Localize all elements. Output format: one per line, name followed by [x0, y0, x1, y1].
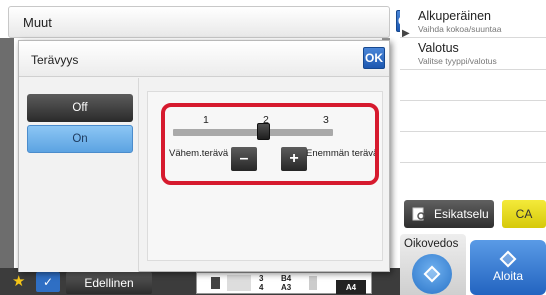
- start-diamond-icon: [499, 250, 517, 267]
- star-icon[interactable]: ★: [12, 272, 25, 290]
- tray-number: 4: [259, 283, 264, 292]
- top-bar: Muut: [8, 6, 390, 38]
- proof-copy-panel: Oikovedos: [400, 234, 466, 295]
- side-item-exposure[interactable]: Valotus Valitse tyyppi/valotus: [400, 38, 546, 70]
- side-item-empty[interactable]: [400, 132, 546, 163]
- side-item-subtitle: Vaihda kokoa/suuntaa: [418, 24, 502, 34]
- checkmark-button[interactable]: ✓: [36, 272, 60, 292]
- tray-number: 3: [259, 274, 264, 283]
- checkmark-icon: ✓: [42, 275, 54, 289]
- tray-icon: [211, 277, 220, 289]
- tray-size: A3: [281, 283, 292, 292]
- start-label: Aloita: [492, 268, 524, 283]
- preview-button[interactable]: Esikatselu: [404, 200, 494, 228]
- top-bar-title: Muut: [23, 15, 52, 30]
- side-item-title: Valotus: [418, 41, 459, 55]
- sharpness-dialog: Terävyys OK Off On 1 2 3 Vähem.terävä – …: [18, 40, 390, 272]
- side-item-subtitle: Valitse tyyppi/valotus: [418, 56, 497, 66]
- paper-size-label: A4: [336, 280, 366, 294]
- side-item-empty[interactable]: [400, 101, 546, 132]
- on-button[interactable]: On: [27, 125, 133, 153]
- start-button[interactable]: Aloita: [470, 240, 546, 295]
- dialog-title: Terävyys: [31, 53, 79, 67]
- off-button[interactable]: Off: [27, 94, 133, 122]
- tray-size: B4: [281, 274, 292, 283]
- preview-label: Esikatselu: [434, 207, 489, 221]
- proof-diamond-icon: [423, 265, 441, 283]
- tray-slot: [309, 276, 317, 290]
- preview-icon: [412, 207, 425, 221]
- previous-button[interactable]: Edellinen: [66, 272, 152, 294]
- background-left-edge: [0, 38, 14, 268]
- focus-highlight-frame: [161, 103, 379, 185]
- dialog-ok-button[interactable]: OK: [363, 47, 385, 69]
- proof-copy-button[interactable]: [412, 254, 452, 294]
- proof-copy-label: Oikovedos: [404, 238, 459, 250]
- side-item-empty[interactable]: [400, 70, 546, 101]
- side-item-original[interactable]: Alkuperäinen Vaihda kokoa/suuntaa: [400, 6, 546, 38]
- clear-all-button[interactable]: CA: [502, 200, 546, 228]
- dialog-header: Terävyys OK: [19, 41, 389, 77]
- tray-slot: [227, 275, 251, 291]
- side-item-title: Alkuperäinen: [418, 9, 491, 23]
